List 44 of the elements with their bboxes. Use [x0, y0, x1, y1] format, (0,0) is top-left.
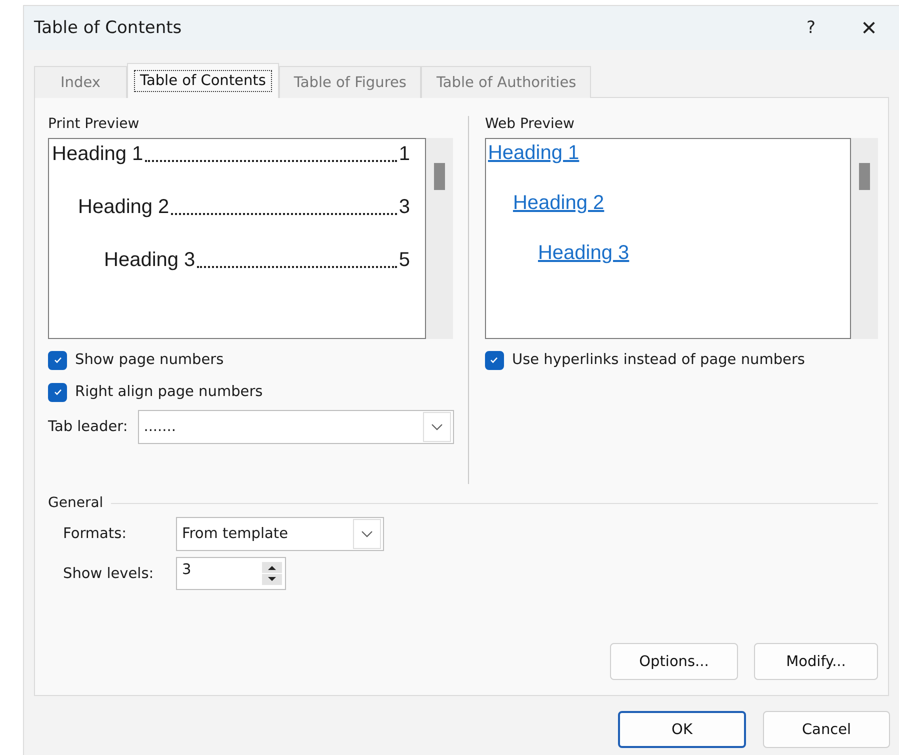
heading-link[interactable]: Heading 2 [512, 192, 604, 214]
tab[interactable]: Table of Figures [278, 66, 422, 98]
formats-dropdown[interactable]: From template [176, 517, 384, 551]
heading-entry: Heading 3 [104, 248, 196, 272]
field-label: Tab leader: [48, 419, 128, 435]
heading-entry: Heading 1 [52, 142, 144, 166]
checkbox[interactable] [48, 382, 67, 402]
spin-up-icon[interactable] [262, 562, 282, 573]
ok-button[interactable]: OK [618, 711, 746, 748]
scrollbar[interactable] [851, 138, 878, 339]
window-title: Table of Contents [34, 18, 183, 38]
page-number: 3 [398, 195, 410, 219]
checkmark-icon [52, 387, 62, 397]
scrollbar[interactable] [426, 138, 453, 339]
close-button[interactable]: ✕ [849, 16, 889, 40]
field-label: Show levels: [63, 566, 155, 582]
section-label: Print Preview [48, 116, 140, 132]
levels-spinner[interactable]: 3 [176, 557, 286, 590]
tab[interactable]: Table of Authorities [421, 66, 592, 98]
tab[interactable]: Table of Contents [127, 63, 279, 98]
page-number: 5 [398, 248, 410, 272]
spin-down-icon[interactable] [262, 574, 282, 585]
chevron-down-icon [430, 423, 443, 431]
checkmark-icon [489, 355, 500, 365]
heading-link[interactable]: Heading 1 [488, 142, 580, 164]
heading-link[interactable]: Heading 3 [538, 242, 630, 264]
checkmark-icon [52, 355, 62, 365]
checkbox[interactable] [48, 350, 67, 370]
chevron-down-icon [361, 530, 373, 538]
tab-leader-dropdown[interactable]: ....... [138, 410, 454, 444]
checkbox-label: Show page numbers [75, 352, 224, 368]
section-label: Web Preview [484, 116, 574, 132]
dialog-button[interactable]: Modify... [754, 643, 878, 680]
cancel-button[interactable]: Cancel [763, 711, 890, 748]
help-button[interactable]: ? [791, 18, 831, 38]
dialog-button[interactable]: Options... [610, 643, 738, 680]
heading-entry: Heading 2 [78, 195, 170, 219]
checkbox-label: Right align page numbers [75, 384, 263, 400]
tab[interactable]: Index [34, 66, 127, 98]
group-label: General [48, 495, 104, 511]
field-label: Formats: [63, 526, 128, 542]
page-number: 1 [398, 142, 410, 166]
checkbox[interactable] [484, 350, 504, 370]
checkbox-label: Use hyperlinks instead of page numbers [512, 352, 805, 368]
